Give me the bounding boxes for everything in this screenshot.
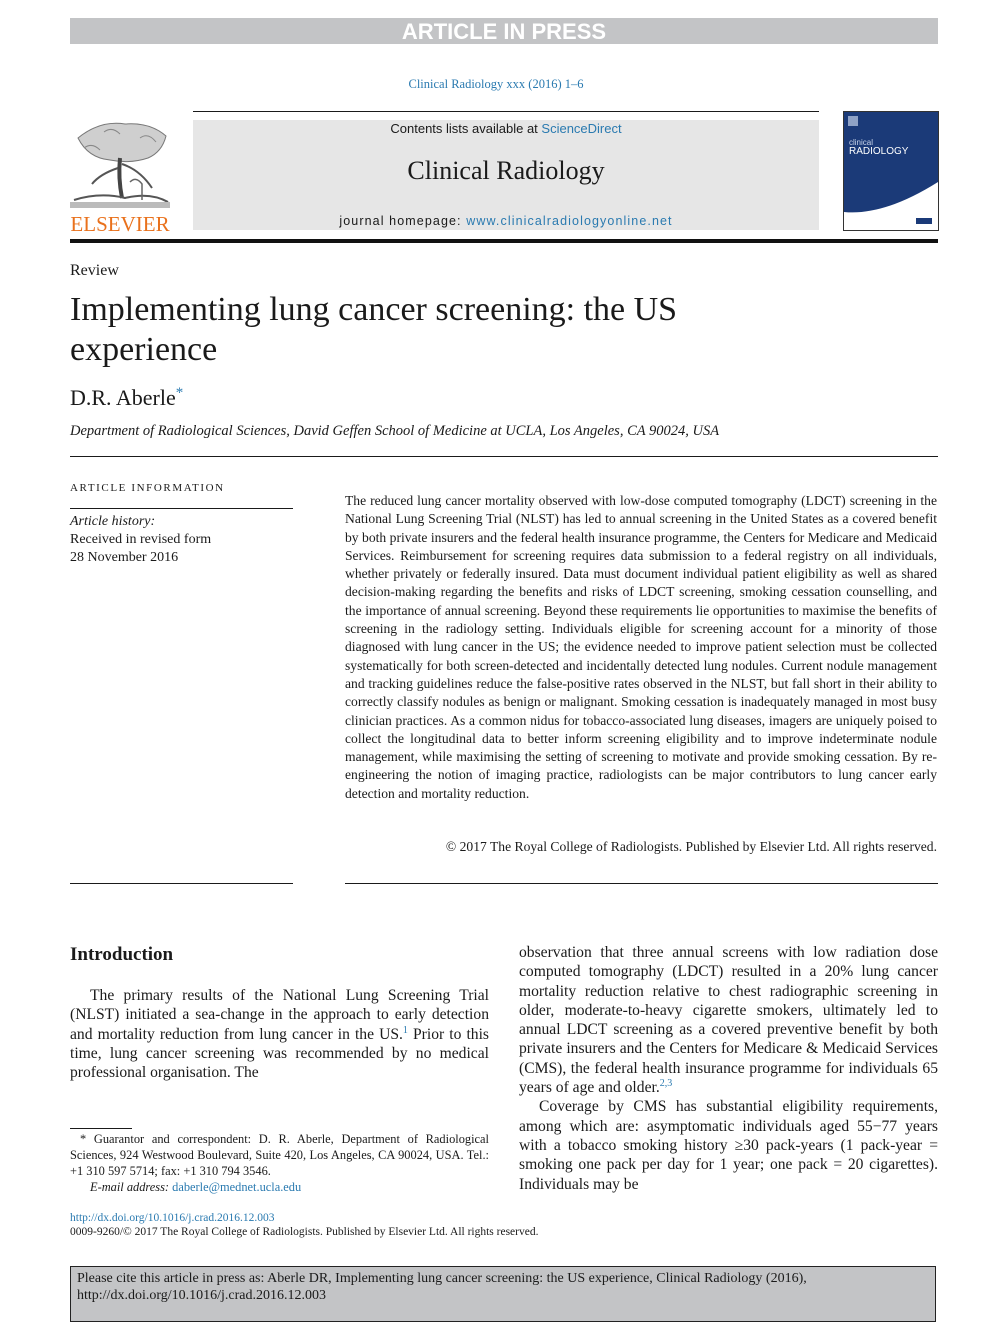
article-history-label: Article history: [70,514,156,529]
contents-line: Contents lists available at ScienceDirec… [193,121,819,136]
homepage-prefix: journal homepage: [339,214,467,228]
body-column-right: observation that three annual screens wi… [519,943,938,1194]
footnote-text-block: * Guarantor and correspondent: D. R. Abe… [70,1131,489,1179]
journal-homepage-link[interactable]: www.clinicalradiologyonline.net [466,214,672,228]
elsevier-logo[interactable]: ELSEVIER [70,118,170,236]
elsevier-tree-icon [70,122,170,208]
author-line: D.R. Aberle* [70,385,183,411]
article-history: Article history: Received in revised for… [70,513,211,567]
footnote-text: Guarantor and correspondent: D. R. Aberl… [70,1132,489,1178]
issn-copyright-line: 0009-9260/© 2017 The Royal College of Ra… [70,1226,539,1238]
masthead-bottom-rule [70,239,938,243]
correspondence-footnote: * Guarantor and correspondent: D. R. Abe… [70,1131,489,1195]
body-paragraph: Coverage by CMS has substantial eligibil… [519,1098,938,1193]
email-link[interactable]: daberle@mednet.ucla.edu [172,1180,301,1194]
elsevier-wordmark: ELSEVIER [70,212,170,236]
email-label: E-mail address: [90,1180,173,1194]
body-paragraph: The primary results of the National Lung… [70,986,489,1082]
sciencedirect-link[interactable]: ScienceDirect [541,121,621,136]
reference-link[interactable]: 2,3 [660,1078,673,1089]
paragraph-text: observation that three annual screens wi… [519,944,938,1097]
contents-prefix: Contents lists available at [390,121,542,136]
abstract-bottom-rule [345,883,938,884]
author-name: D.R. Aberle [70,385,176,410]
journal-homepage-line: journal homepage: www.clinicalradiologyo… [193,214,819,228]
article-type: Review [70,262,119,279]
masthead-top-rule [193,111,819,112]
abstract-copyright: © 2017 The Royal College of Radiologists… [445,839,937,854]
footnote-rule [70,1128,132,1129]
doi-link[interactable]: http://dx.doi.org/10.1016/j.crad.2016.12… [70,1212,275,1224]
citation-box: Please cite this article in press as: Ab… [70,1266,936,1322]
article-info-bottom-rule [70,883,293,884]
corresponding-author-mark[interactable]: * [176,385,184,401]
body-column-left: The primary results of the National Lung… [70,986,489,1082]
body-paragraph: observation that three annual screens wi… [519,943,938,1097]
history-line: Received in revised form [70,532,212,547]
author-affiliation: Department of Radiological Sciences, Dav… [70,423,720,439]
journal-cover-thumbnail[interactable]: clinical RADIOLOGY [843,111,939,231]
journal-citation-link[interactable]: Clinical Radiology xxx (2016) 1–6 [0,77,992,92]
section-heading-introduction: Introduction [70,944,174,965]
title-divider [70,456,938,457]
cover-title-large: RADIOLOGY [849,146,909,157]
journal-name: Clinical Radiology [407,156,605,185]
history-date: 28 November 2016 [70,550,179,565]
article-in-press-banner: ARTICLE IN PRESS [70,18,938,44]
article-info-heading: ARTICLE INFORMATION [70,482,225,494]
footnote-email-line: E-mail address: daberle@mednet.ucla.edu [70,1179,489,1195]
abstract-text: The reduced lung cancer mortality observ… [345,493,937,801]
article-title: Implementing lung cancer screening: the … [70,291,678,368]
article-info-divider [70,508,293,509]
journal-cover-image: clinical RADIOLOGY [844,112,938,230]
